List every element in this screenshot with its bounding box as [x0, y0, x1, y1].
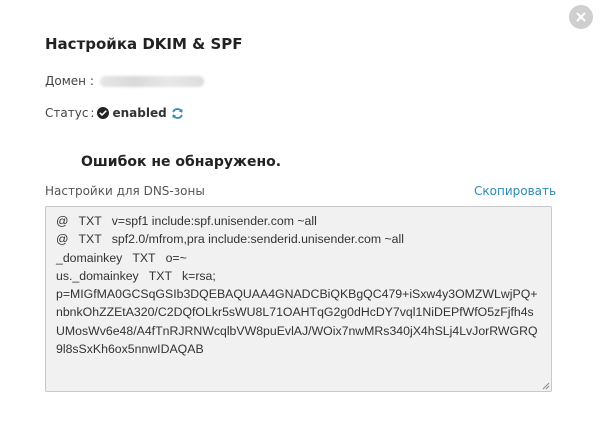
dkim-spf-modal: Настройка DKIM & SPF Домен : Статус : en…: [0, 0, 602, 432]
domain-value-redacted: [99, 75, 204, 87]
close-icon: [576, 12, 586, 22]
domain-row: Домен :: [45, 74, 204, 88]
resize-handle-icon[interactable]: [540, 380, 550, 390]
status-row: Статус : enabled: [45, 106, 184, 120]
status-label: Статус: [45, 106, 89, 120]
modal-title: Настройка DKIM & SPF: [45, 35, 243, 53]
status-value: enabled: [112, 106, 167, 120]
check-circle-icon: [97, 107, 110, 119]
close-button[interactable]: [569, 5, 593, 29]
copy-link[interactable]: Скопировать: [474, 184, 556, 198]
dns-records-textarea[interactable]: @ TXT v=spf1 include:spf.unisender.com ~…: [45, 206, 552, 392]
domain-label: Домен :: [45, 74, 94, 88]
dns-settings-label: Настройки для DNS-зоны: [45, 184, 205, 198]
validation-result: Ошибок не обнаружено.: [81, 154, 282, 170]
refresh-icon[interactable]: [171, 107, 184, 120]
status-separator: :: [90, 106, 95, 120]
